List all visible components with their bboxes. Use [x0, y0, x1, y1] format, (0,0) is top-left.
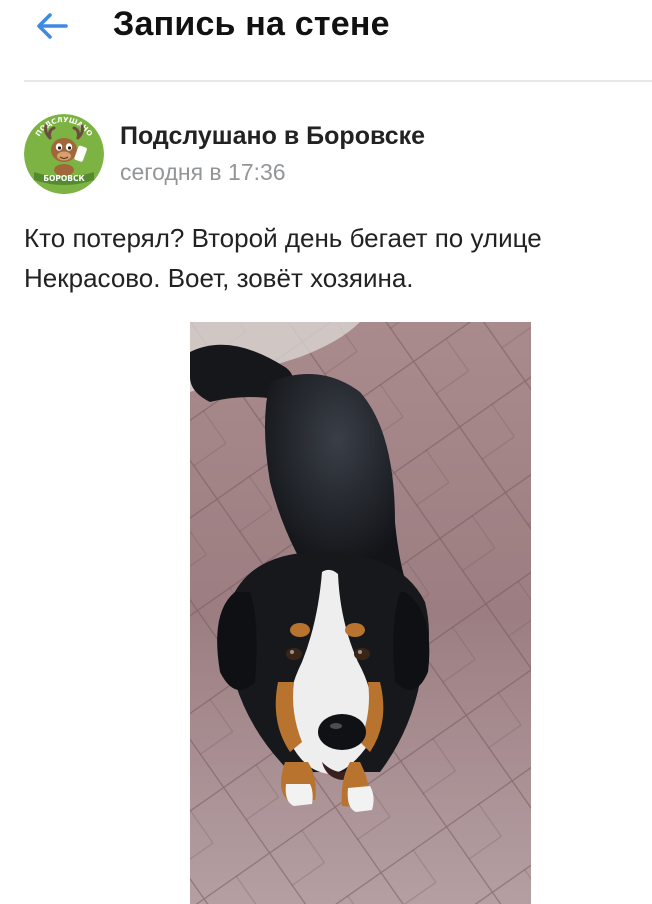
- header: Запись на стене: [0, 0, 652, 80]
- svg-text:БОРОВСК: БОРОВСК: [43, 174, 85, 183]
- group-avatar[interactable]: ПОДСЛУШАНО БОРОВСК: [24, 114, 104, 194]
- moose-mascot-logo: ПОДСЛУШАНО БОРОВСК: [24, 114, 104, 194]
- arrow-left-icon: [37, 13, 68, 39]
- post-timestamp: сегодня в 17:36: [120, 159, 286, 185]
- post-photo[interactable]: [190, 322, 531, 904]
- page-title: Запись на стене: [113, 5, 390, 43]
- wall-post-page: Запись на стене ПОДСЛУШАНО БОРОВСК Подсл…: [0, 0, 652, 904]
- dog-photo: [190, 322, 531, 904]
- back-button[interactable]: [26, 0, 78, 52]
- post-text: Кто потерял? Второй день бегает по улице…: [24, 223, 542, 293]
- group-name-link[interactable]: Подслушано в Боровске: [120, 120, 425, 152]
- header-divider: [24, 80, 652, 82]
